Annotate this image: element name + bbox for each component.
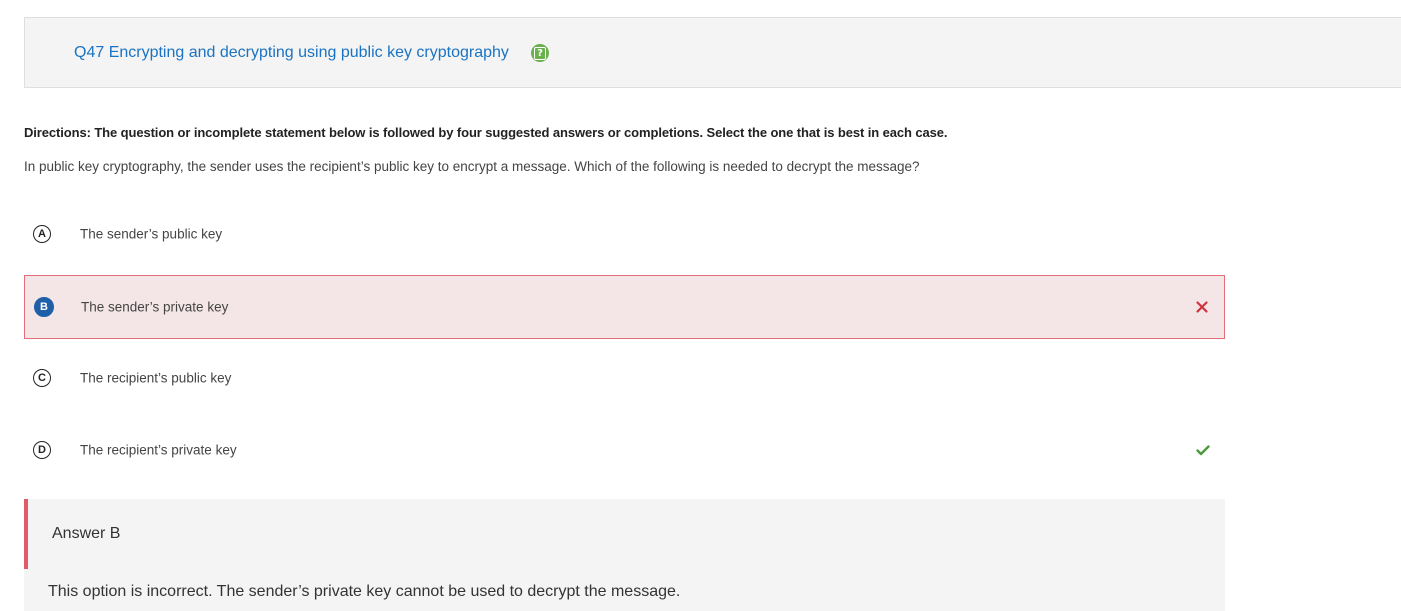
option-a[interactable]: A The sender’s public key <box>24 202 1225 266</box>
question-title[interactable]: Q47 Encrypting and decrypting using publ… <box>74 44 509 62</box>
question-header: Q47 Encrypting and decrypting using publ… <box>24 17 1401 88</box>
option-text-c: The recipient’s public key <box>80 370 232 386</box>
option-letter-d: D <box>33 441 51 459</box>
option-text-d: The recipient’s private key <box>80 442 237 458</box>
option-c[interactable]: C The recipient’s public key <box>24 346 1225 410</box>
feedback-title: Answer B <box>52 525 121 542</box>
option-letter-a: A <box>33 225 51 243</box>
correct-check-icon <box>1196 445 1210 456</box>
option-text-b: The sender’s private key <box>81 299 229 315</box>
feedback-text: This option is incorrect. The sender’s p… <box>48 583 681 600</box>
option-text-a: The sender’s public key <box>80 226 223 242</box>
help-icon[interactable]: ? <box>531 44 549 62</box>
incorrect-x-icon <box>1196 301 1208 313</box>
option-d[interactable]: D The recipient’s private key <box>24 418 1225 482</box>
question-text: In public key cryptography, the sender u… <box>24 159 920 174</box>
feedback-accent-bar <box>24 499 28 569</box>
answer-feedback-panel: Answer B This option is incorrect. The s… <box>24 499 1225 611</box>
option-letter-b: B <box>34 297 54 317</box>
directions-text: Directions: The question or incomplete s… <box>24 125 948 140</box>
question-page: Q47 Encrypting and decrypting using publ… <box>0 0 1401 611</box>
option-letter-c: C <box>33 369 51 387</box>
option-b[interactable]: B The sender’s private key <box>24 275 1225 339</box>
